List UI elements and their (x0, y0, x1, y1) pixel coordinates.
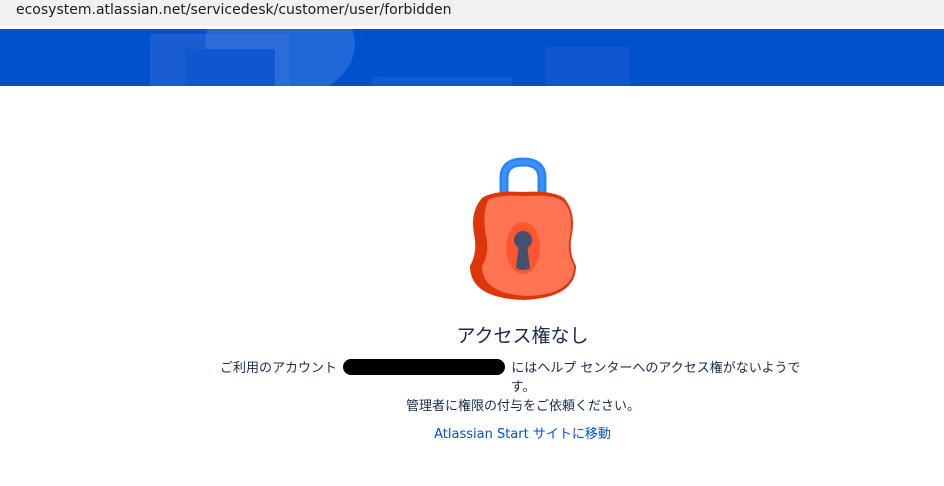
error-message: ご利用のアカウント にはヘルプ センターへのアクセス権がないようで す。 管理者… (220, 359, 826, 416)
message-line: 管理者に権限の付与をご依頼ください。 (405, 399, 640, 414)
message-line: ご利用のアカウント にはヘルプ センターへのアクセス権がないようで (220, 359, 826, 378)
main-content: アクセス権なし ご利用のアカウント にはヘルプ センターへのアクセス権がないよう… (0, 86, 944, 486)
banner-decoration (372, 77, 512, 86)
message-text: にはヘルプ センターへのアクセス権がないようで (511, 361, 801, 376)
message-line: す。 (510, 380, 536, 395)
url-text: ecosystem.atlassian.net/servicedesk/cust… (16, 2, 452, 18)
header-banner (0, 29, 944, 86)
page-title: アクセス権なし (456, 325, 589, 347)
atlassian-start-link[interactable]: Atlassian Start サイトに移動 (0, 426, 944, 444)
message-text: ご利用のアカウント (220, 361, 338, 376)
address-bar[interactable]: ecosystem.atlassian.net/servicedesk/cust… (0, 0, 944, 26)
banner-decoration (545, 47, 629, 86)
banner-decoration (185, 49, 275, 86)
redacted-account-email (343, 359, 506, 375)
lock-icon (470, 157, 576, 300)
